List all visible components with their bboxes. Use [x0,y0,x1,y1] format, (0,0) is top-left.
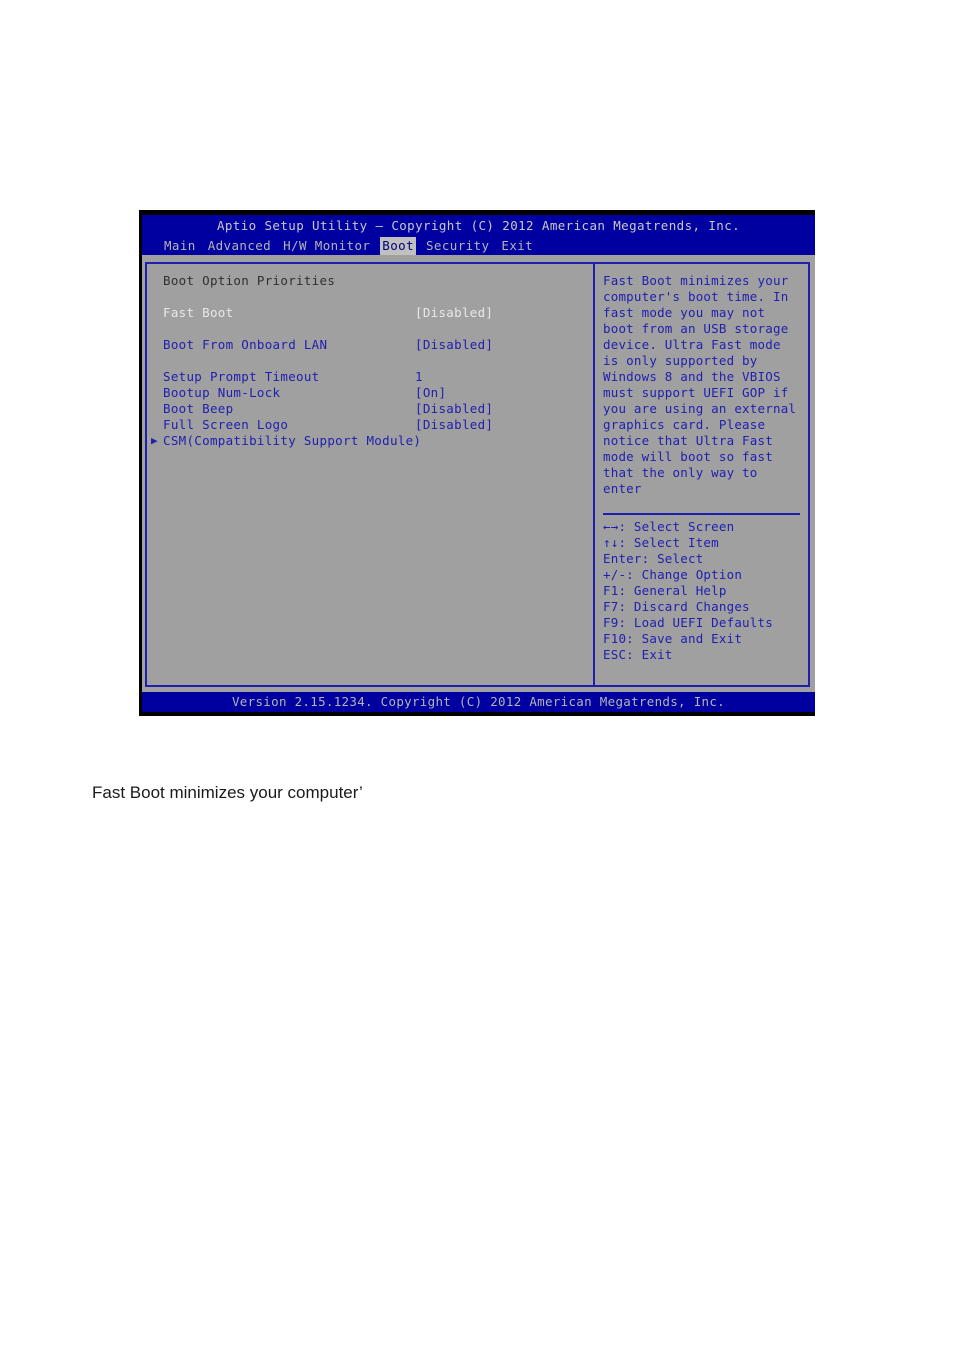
help-divider [603,513,800,515]
key-legend-item: F7: Discard Changes [603,599,750,614]
help-panel: Fast Boot minimizes your computer's boot… [595,264,808,685]
bios-screenshot-figure: Aptio Setup Utility – Copyright (C) 2012… [139,210,815,716]
section-title-boot-option-priorities: Boot Option Priorities [163,273,336,288]
help-text: Fast Boot minimizes your computer's boot… [603,273,804,496]
key-legend-item: ESC: Exit [603,647,673,662]
menu-tab-exit[interactable]: Exit [499,237,535,255]
boot-option-row[interactable]: Fast Boot [Disabled] [147,305,593,321]
boot-option-label: Boot From Onboard LAN [163,337,328,352]
bios-panels: Boot Option Priorities Fast Boot [Disable… [145,262,810,687]
boot-option-value[interactable]: 1 [415,369,423,385]
boot-option-value[interactable]: [Disabled] [415,417,493,433]
boot-option-row[interactable]: Boot Beep [Disabled] [147,401,593,417]
boot-option-value[interactable]: [Disabled] [415,337,493,353]
capture-bottom-border [139,712,815,716]
boot-option-value[interactable]: [Disabled] [415,401,493,417]
boot-option-label: Fast Boot [163,305,234,320]
key-legend-item: F10: Save and Exit [603,631,743,646]
key-legend-item: Enter: Select [603,551,704,566]
key-legend-item: ↑↓: Select Item [603,535,719,550]
boot-option-value[interactable]: [Disabled] [415,305,493,321]
boot-option-label: Full Screen Logo [163,417,289,432]
menu-tab-main[interactable]: Main [162,237,198,255]
boot-option-label: CSM(Compatibility Support Module) [163,433,422,448]
boot-options-list: Fast Boot [Disabled] Boot From Onboard LAN… [147,305,593,449]
boot-option-row[interactable]: Full Screen Logo [Disabled] [147,417,593,433]
boot-option-label: Bootup Num-Lock [163,385,281,400]
bios-version-bar: Version 2.15.1234. Copyright (C) 2012 Am… [142,692,815,712]
bios-body: Boot Option Priorities Fast Boot [Disable… [142,255,815,692]
key-legend: ←→: Select Screen ↑↓: Select Item Enter: S… [603,519,800,663]
boot-option-row[interactable]: ▶ CSM(Compatibility Support Module) [147,433,593,449]
key-legend-item: F1: General Help [603,583,727,598]
boot-option-label: Setup Prompt Timeout [163,369,320,384]
boot-option-row[interactable]: Setup Prompt Timeout 1 [147,369,593,385]
menu-tab-boot[interactable]: Boot [380,237,416,255]
key-legend-item: +/-: Change Option [603,567,743,582]
boot-option-label: Boot Beep [163,401,234,416]
menu-tab-advanced[interactable]: Advanced [206,237,273,255]
menu-tab-h-w-monitor[interactable]: H/W Monitor [281,237,372,255]
boot-option-row[interactable]: Boot From Onboard LAN [Disabled] [147,337,593,353]
boot-option-row[interactable]: Bootup Num-Lock [On] [147,385,593,401]
key-legend-item: ←→: Select Screen [603,519,735,534]
bios-menu-bar: Main Advanced H/W Monitor Boot Security Exit [142,237,815,255]
bios-screen: Aptio Setup Utility – Copyright (C) 2012… [139,210,815,716]
key-legend-item: F9: Load UEFI Defaults [603,615,773,630]
menu-tab-security[interactable]: Security [424,237,491,255]
boot-option-value[interactable]: [On] [415,385,446,401]
submenu-arrow-icon: ▶ [151,434,158,447]
page-caption: Fast Boot minimizes your computer’ [92,783,363,802]
bios-title: Aptio Setup Utility – Copyright (C) 2012… [142,215,815,237]
boot-options-panel: Boot Option Priorities Fast Boot [Disable… [147,264,593,685]
